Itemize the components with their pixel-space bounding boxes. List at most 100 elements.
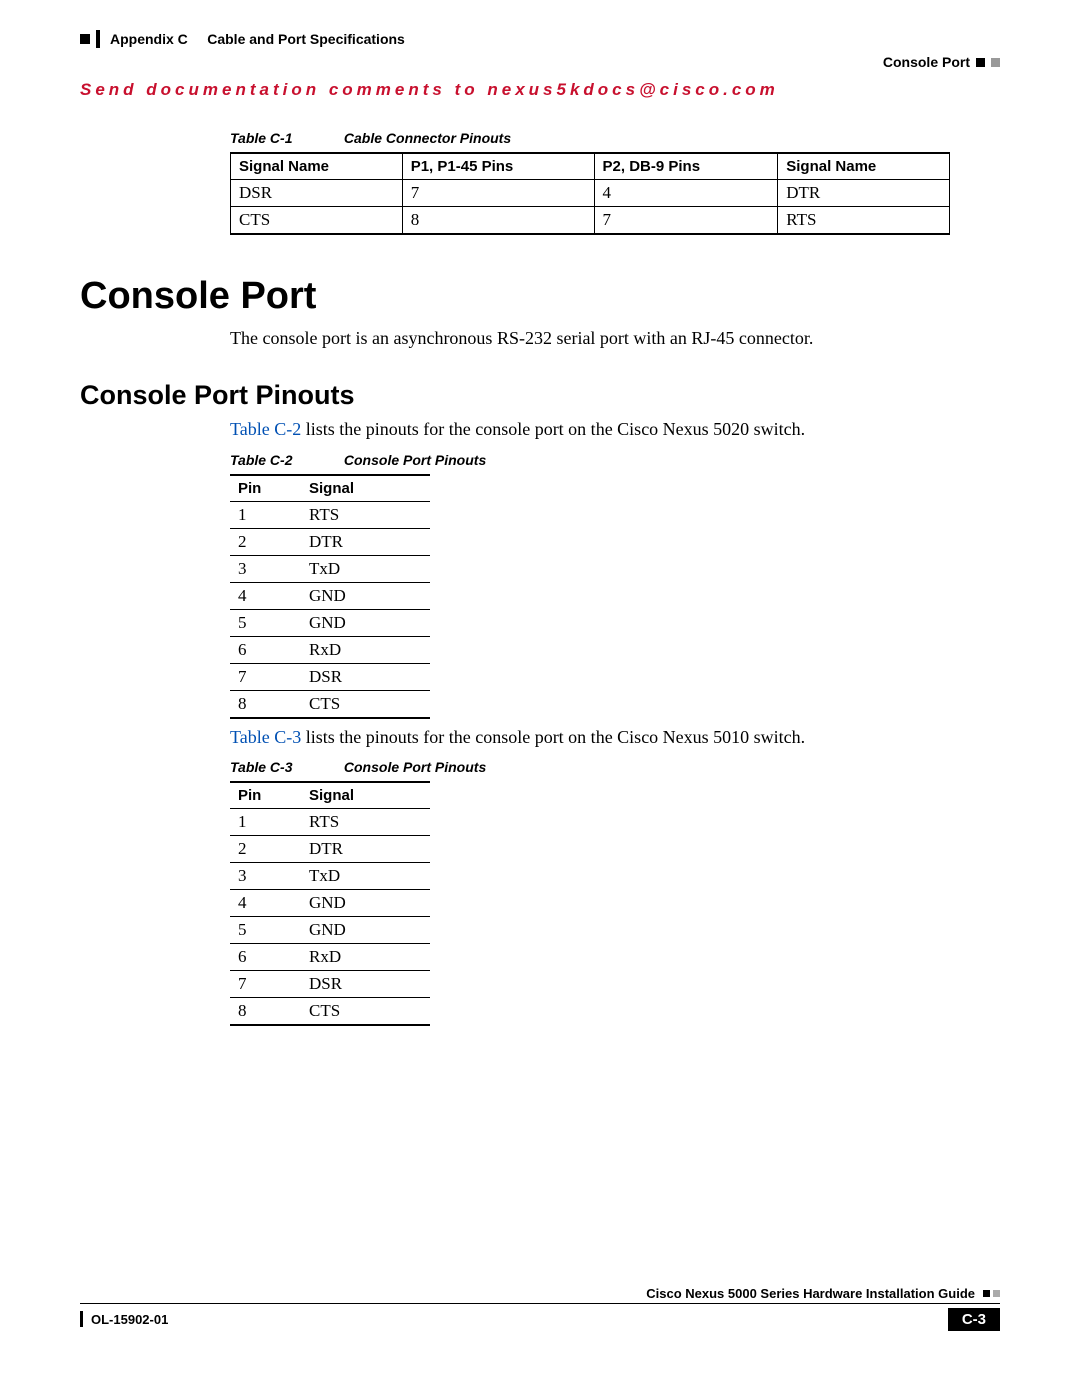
cell: GND xyxy=(301,582,430,609)
heading-console-port-pinouts: Console Port Pinouts xyxy=(80,380,1000,411)
table-c2: Pin Signal 1RTS 2DTR 3TxD 4GND 5GND 6RxD… xyxy=(230,474,430,719)
cell: DSR xyxy=(301,970,430,997)
table-row: 1RTS xyxy=(230,501,430,528)
heading-console-port: Console Port xyxy=(80,275,1000,318)
table-row: 6RxD xyxy=(230,636,430,663)
table-row: 4GND xyxy=(230,582,430,609)
cell: RTS xyxy=(778,207,950,235)
cell: 7 xyxy=(402,180,594,207)
cell: DSR xyxy=(301,663,430,690)
page-number: C-3 xyxy=(948,1308,1000,1331)
cell: RTS xyxy=(301,501,430,528)
table-c1-title: Cable Connector Pinouts xyxy=(344,130,511,146)
table-row: 1RTS xyxy=(230,808,430,835)
col-header: Pin xyxy=(230,475,301,502)
cell: CTS xyxy=(301,690,430,718)
cell: 8 xyxy=(230,997,301,1025)
table-row: 8CTS xyxy=(230,690,430,718)
table-row: 2DTR xyxy=(230,528,430,555)
table-c1: Signal Name P1, P1-45 Pins P2, DB-9 Pins… xyxy=(230,152,950,235)
header-appendix: Appendix C Cable and Port Specifications xyxy=(110,31,405,47)
header-left: Appendix C Cable and Port Specifications xyxy=(80,30,1000,48)
cell: 4 xyxy=(594,180,778,207)
cell: 7 xyxy=(594,207,778,235)
cell: 7 xyxy=(230,970,301,997)
cell: DTR xyxy=(778,180,950,207)
col-header: Pin xyxy=(230,782,301,809)
col-header: Signal Name xyxy=(231,153,403,180)
square-bullet-icon xyxy=(976,58,985,67)
cell: TxD xyxy=(301,555,430,582)
cell: GND xyxy=(301,889,430,916)
col-header: P1, P1-45 Pins xyxy=(402,153,594,180)
footer-bottom-row: OL-15902-01 C-3 xyxy=(80,1304,1000,1331)
table-c3: Pin Signal 1RTS 2DTR 3TxD 4GND 5GND 6RxD… xyxy=(230,781,430,1026)
cell: RxD xyxy=(301,943,430,970)
table-c2-num: Table C-2 xyxy=(230,452,340,468)
bar-icon xyxy=(96,30,100,48)
paragraph: Table C-3 lists the pinouts for the cons… xyxy=(230,725,1000,749)
table-c2-caption: Table C-2 Console Port Pinouts xyxy=(230,452,1000,468)
square-bullet-icon xyxy=(80,34,90,44)
cell: 2 xyxy=(230,528,301,555)
cell: GND xyxy=(301,609,430,636)
table-row: 7DSR xyxy=(230,970,430,997)
bar-icon xyxy=(80,1311,83,1327)
table-c2-title: Console Port Pinouts xyxy=(344,452,486,468)
footer-doc-num: OL-15902-01 xyxy=(80,1311,168,1327)
table-row: Signal Name P1, P1-45 Pins P2, DB-9 Pins… xyxy=(231,153,950,180)
xref-table-c3[interactable]: Table C-3 xyxy=(230,727,301,747)
footer-guide-title: Cisco Nexus 5000 Series Hardware Install… xyxy=(646,1286,975,1301)
table-row: 5GND xyxy=(230,609,430,636)
square-bullet-icon xyxy=(991,58,1000,67)
cell: 3 xyxy=(230,555,301,582)
send-comments-banner: Send documentation comments to nexus5kdo… xyxy=(80,80,1000,100)
table-row: 6RxD xyxy=(230,943,430,970)
col-header: Signal xyxy=(301,475,430,502)
cell: 1 xyxy=(230,808,301,835)
cell: DTR xyxy=(301,835,430,862)
footer-guide-row: Cisco Nexus 5000 Series Hardware Install… xyxy=(80,1286,1000,1304)
text: lists the pinouts for the console port o… xyxy=(301,419,805,439)
footer-doc-num-text: OL-15902-01 xyxy=(91,1312,168,1327)
cell: 7 xyxy=(230,663,301,690)
table-row: Pin Signal xyxy=(230,475,430,502)
table-row: 4GND xyxy=(230,889,430,916)
table-c3-caption: Table C-3 Console Port Pinouts xyxy=(230,759,1000,775)
xref-table-c2[interactable]: Table C-2 xyxy=(230,419,301,439)
cell: 6 xyxy=(230,943,301,970)
cell: DTR xyxy=(301,528,430,555)
cell: 8 xyxy=(230,690,301,718)
col-header: P2, DB-9 Pins xyxy=(594,153,778,180)
table-row: 3TxD xyxy=(230,555,430,582)
table-row: 7DSR xyxy=(230,663,430,690)
footer: Cisco Nexus 5000 Series Hardware Install… xyxy=(80,1286,1000,1331)
cell: 6 xyxy=(230,636,301,663)
cell: 5 xyxy=(230,609,301,636)
table-row: 8CTS xyxy=(230,997,430,1025)
table-c1-caption: Table C-1 Cable Connector Pinouts xyxy=(230,130,1000,146)
table-row: CTS 8 7 RTS xyxy=(231,207,950,235)
cell: CTS xyxy=(231,207,403,235)
cell: TxD xyxy=(301,862,430,889)
cell: 1 xyxy=(230,501,301,528)
cell: 8 xyxy=(402,207,594,235)
cell: RxD xyxy=(301,636,430,663)
paragraph: The console port is an asynchronous RS-2… xyxy=(230,326,1000,350)
paragraph: Table C-2 lists the pinouts for the cons… xyxy=(230,417,1000,441)
text: lists the pinouts for the console port o… xyxy=(301,727,805,747)
cell: 5 xyxy=(230,916,301,943)
col-header: Signal xyxy=(301,782,430,809)
cell: 4 xyxy=(230,889,301,916)
table-row: Pin Signal xyxy=(230,782,430,809)
dots-icon xyxy=(983,1290,1000,1297)
table-row: DSR 7 4 DTR xyxy=(231,180,950,207)
cell: GND xyxy=(301,916,430,943)
cell: 3 xyxy=(230,862,301,889)
cell: CTS xyxy=(301,997,430,1025)
table-row: 3TxD xyxy=(230,862,430,889)
table-row: 2DTR xyxy=(230,835,430,862)
col-header: Signal Name xyxy=(778,153,950,180)
header-right: Console Port xyxy=(80,54,1000,70)
page: Appendix C Cable and Port Specifications… xyxy=(0,0,1080,1371)
